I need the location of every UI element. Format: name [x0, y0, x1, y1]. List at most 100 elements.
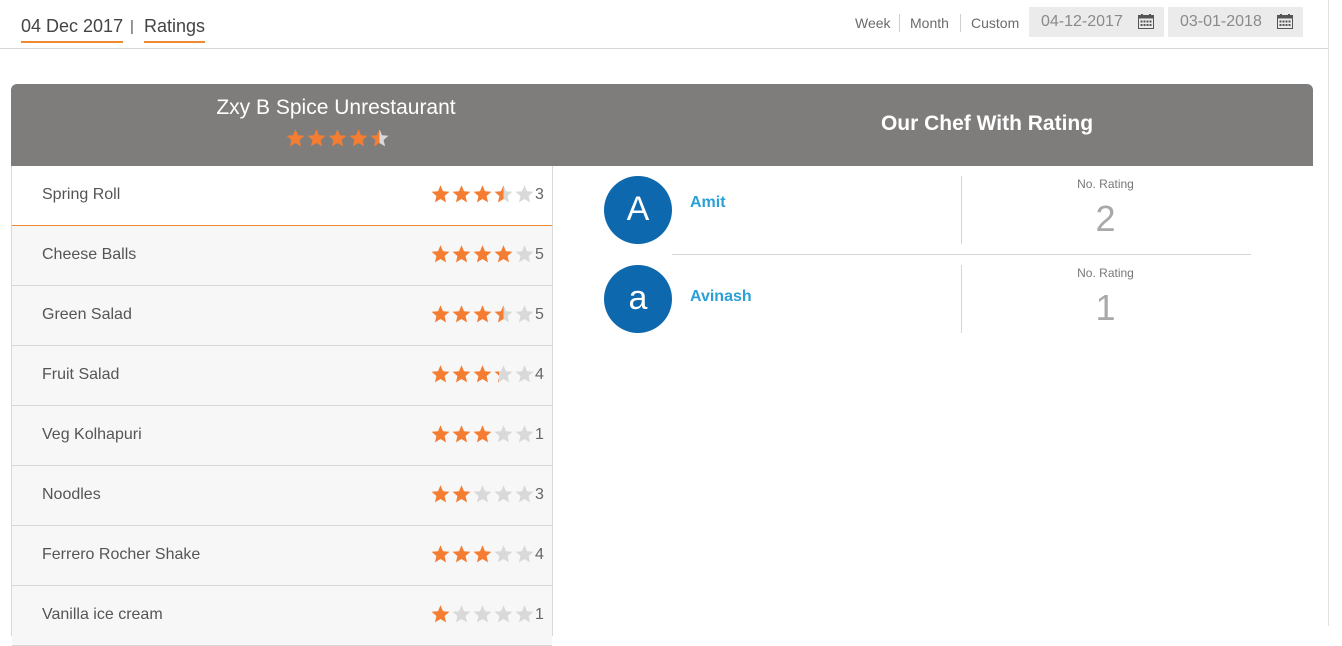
star-half-icon [494, 365, 513, 383]
list-item[interactable]: Veg Kolhapuri 1 [12, 406, 552, 466]
star-empty-icon [515, 545, 534, 563]
range-divider [899, 14, 900, 32]
dish-star-rating [430, 544, 535, 564]
dish-rating-count: 1 [535, 426, 544, 443]
dish-name: Green Salad [42, 306, 132, 323]
dish-name: Vanilla ice cream [42, 606, 163, 623]
dish-rating-count: 5 [535, 246, 544, 263]
calendar-icon[interactable] [1138, 14, 1154, 29]
divider [672, 254, 1251, 255]
star-filled-icon [473, 425, 492, 443]
star-empty-icon [515, 185, 534, 203]
star-empty-icon [515, 605, 534, 623]
star-empty-icon [452, 605, 471, 623]
dish-rating-count: 3 [535, 486, 544, 503]
to-date-value: 03-01-2018 [1180, 13, 1262, 30]
star-empty-icon [494, 485, 513, 503]
range-week-option[interactable]: Week [855, 15, 891, 31]
star-filled-icon [494, 245, 513, 263]
list-item[interactable]: Spring Roll 3 [12, 166, 552, 226]
from-date-value: 04-12-2017 [1041, 13, 1123, 30]
star-filled-icon [431, 425, 450, 443]
star-filled-icon [349, 129, 368, 147]
breadcrumb-ratings[interactable]: Ratings [144, 16, 206, 43]
restaurant-name: Zxy B Spice Unrestaurant [216, 96, 456, 119]
range-divider [960, 14, 961, 32]
dish-star-rating [430, 244, 535, 264]
dish-name: Ferrero Rocher Shake [42, 546, 201, 563]
star-filled-icon [452, 245, 471, 263]
chef-name[interactable]: Avinash [690, 288, 752, 306]
calendar-icon[interactable] [1277, 14, 1293, 29]
list-item[interactable]: Noodles 3 [12, 466, 552, 526]
star-filled-icon [431, 185, 450, 203]
range-custom-option[interactable]: Custom [971, 15, 1019, 31]
list-item[interactable]: Green Salad 5 [12, 286, 552, 346]
star-filled-icon [473, 545, 492, 563]
chef-section-title: Our Chef With Rating [880, 112, 1094, 135]
breadcrumb-separator: | [130, 18, 134, 35]
divider [961, 176, 962, 244]
star-empty-icon [515, 365, 534, 383]
dish-name: Fruit Salad [42, 366, 120, 383]
star-empty-icon [473, 485, 492, 503]
list-item[interactable]: Cheese Balls 5 [12, 226, 552, 286]
chef-card[interactable]: A Amit No. Rating 2 [604, 176, 1252, 256]
rating-count-value: 2 [1095, 198, 1116, 239]
star-filled-icon [452, 485, 471, 503]
dish-name: Spring Roll [42, 186, 121, 203]
star-filled-icon [452, 305, 471, 323]
dish-star-rating [430, 184, 535, 204]
star-filled-icon [431, 545, 450, 563]
star-half-icon [494, 305, 513, 323]
dish-star-rating [430, 364, 535, 384]
list-item[interactable]: Vanilla ice cream 1 [12, 586, 552, 646]
star-filled-icon [473, 365, 492, 383]
list-item[interactable]: Fruit Salad 4 [12, 346, 552, 406]
scrollbar[interactable] [1328, 0, 1342, 626]
divider [961, 265, 962, 333]
star-filled-icon [473, 305, 492, 323]
star-filled-icon [431, 605, 450, 623]
star-filled-icon [286, 129, 305, 147]
star-filled-icon [328, 129, 347, 147]
dish-star-rating [430, 484, 535, 504]
rating-count-label: No. Rating [1077, 177, 1134, 191]
star-filled-icon [431, 485, 450, 503]
dish-rating-count: 3 [535, 186, 544, 203]
chef-name[interactable]: Amit [690, 194, 726, 212]
dish-rating-count: 4 [535, 546, 544, 563]
top-bar: 04 Dec 2017 | Ratings Week Month Custom … [0, 0, 1328, 49]
star-filled-icon [452, 425, 471, 443]
list-item[interactable]: Ferrero Rocher Shake 4 [12, 526, 552, 586]
menu-rating-list: Spring Roll 3 Cheese Balls 5 Green Salad… [11, 166, 553, 646]
star-half-icon [370, 129, 389, 147]
star-empty-icon [473, 605, 492, 623]
avatar: a [604, 265, 672, 333]
star-half-icon [494, 185, 513, 203]
chef-card[interactable]: a Avinash No. Rating 1 [604, 265, 1252, 345]
star-empty-icon [515, 485, 534, 503]
dish-name: Cheese Balls [42, 246, 137, 263]
dish-star-rating [430, 304, 535, 324]
dish-star-rating [430, 424, 535, 444]
rating-count-value: 1 [1095, 287, 1116, 328]
to-date-field[interactable]: 03-01-2018 [1168, 7, 1303, 37]
dish-rating-count: 5 [535, 306, 544, 323]
dish-name: Veg Kolhapuri [42, 426, 142, 443]
dish-rating-count: 1 [535, 606, 544, 623]
star-empty-icon [494, 605, 513, 623]
range-month-option[interactable]: Month [910, 15, 949, 31]
star-filled-icon [307, 129, 326, 147]
breadcrumb-date[interactable]: 04 Dec 2017 [21, 16, 124, 43]
dish-name: Noodles [42, 486, 101, 503]
rating-count-label: No. Rating [1077, 266, 1134, 280]
star-empty-icon [515, 425, 534, 443]
star-filled-icon [431, 365, 450, 383]
star-filled-icon [452, 545, 471, 563]
ratings-header: Zxy B Spice Unrestaurant Our Chef With R… [11, 84, 1313, 166]
star-filled-icon [473, 245, 492, 263]
star-empty-icon [515, 245, 534, 263]
from-date-field[interactable]: 04-12-2017 [1029, 7, 1164, 37]
star-empty-icon [494, 545, 513, 563]
